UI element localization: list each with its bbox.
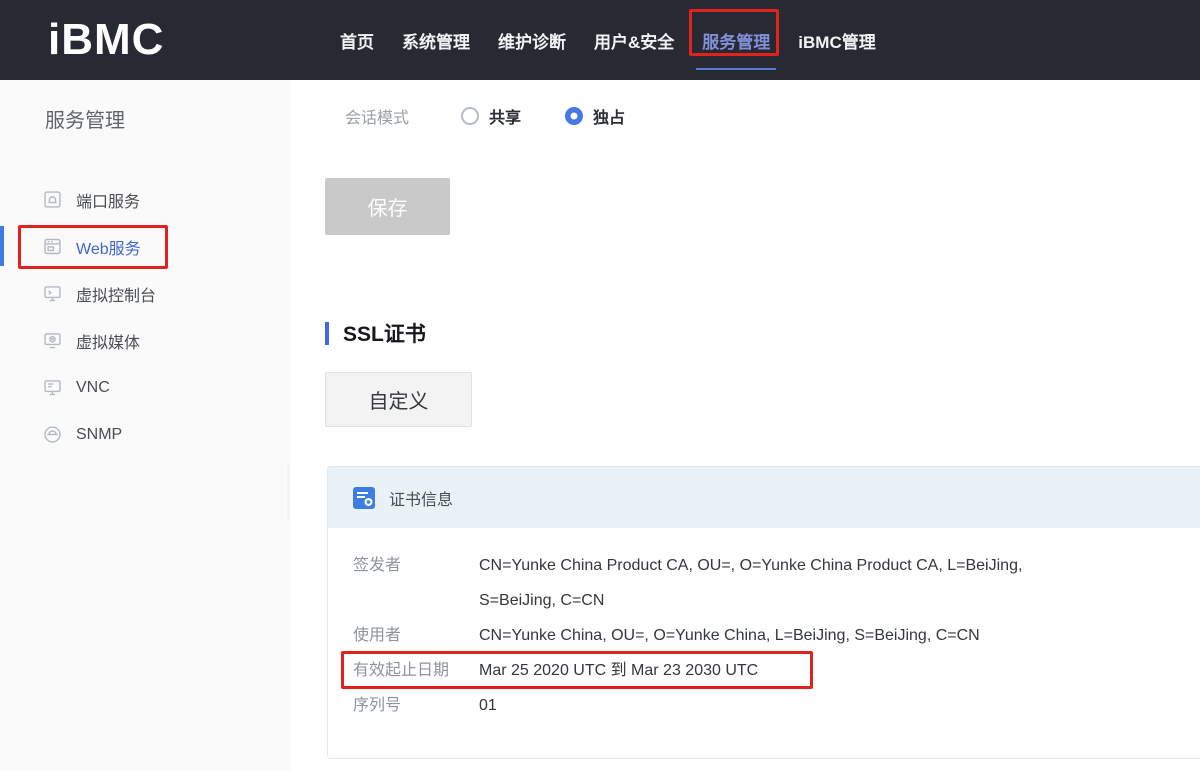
sidebar: 服务管理 端口服务 Web服务 虚拟控制台 (0, 80, 290, 771)
cert-row-serial: 序列号 01 (353, 688, 1200, 723)
section-accent-bar (325, 322, 329, 345)
ibmc-logo: iBMC (48, 15, 164, 65)
sidebar-item-label: 端口服务 (76, 188, 140, 212)
nav-item-home[interactable]: 首页 (340, 0, 374, 80)
certificate-panel-title: 证书信息 (389, 486, 453, 510)
sidebar-item-snmp[interactable]: SNMP (0, 411, 290, 458)
nav-item-label: 用户&安全 (594, 28, 674, 53)
ibmc-page: iBMC 首页 系统管理 维护诊断 用户&安全 服务管理 iBMC管理 (0, 0, 1200, 771)
nav-item-label: 维护诊断 (498, 28, 566, 53)
customize-button[interactable]: 自定义 (325, 372, 472, 427)
nav-item-ibmc-mgmt[interactable]: iBMC管理 (798, 0, 875, 80)
nav-item-service-active[interactable]: 服务管理 (702, 0, 770, 80)
session-mode-label: 会话模式 (345, 104, 461, 128)
media-icon (42, 330, 63, 351)
certificate-info-panel: 证书信息 签发者 CN=Yunke China Product CA, OU=,… (327, 466, 1200, 759)
cert-row-issuer: 签发者 CN=Yunke China Product CA, OU=, O=Yu… (353, 548, 1200, 618)
validity-label: 有效起止日期 (353, 653, 479, 688)
top-navigation: 首页 系统管理 维护诊断 用户&安全 服务管理 iBMC管理 (340, 0, 876, 80)
sidebar-item-label: SNMP (76, 426, 122, 444)
radio-exclusive-label: 独占 (593, 104, 625, 128)
issuer-value: CN=Yunke China Product CA, OU=, O=Yunke … (479, 548, 1059, 618)
main-content: 会话模式 共享 独占 保存 SSL证书 自定义 (290, 80, 1200, 771)
sidebar-item-label: 虚拟控制台 (76, 282, 156, 306)
radio-shared[interactable]: 共享 (461, 104, 521, 128)
sidebar-title: 服务管理 (45, 104, 125, 133)
subject-value: CN=Yunke China, OU=, O=Yunke China, L=Be… (479, 618, 1059, 653)
sidebar-item-label: VNC (76, 379, 110, 397)
serial-label: 序列号 (353, 688, 479, 723)
console-icon (42, 283, 63, 304)
nav-item-user-security[interactable]: 用户&安全 (594, 0, 674, 80)
sidebar-item-vnc[interactable]: VNC (0, 364, 290, 411)
sidebar-item-label: Web服务 (76, 235, 141, 259)
radio-exclusive[interactable]: 独占 (565, 104, 625, 128)
radio-checked-icon[interactable] (565, 107, 583, 125)
radio-shared-label: 共享 (489, 104, 521, 128)
vnc-icon (42, 377, 63, 398)
certificate-panel-header: 证书信息 (328, 467, 1200, 528)
nav-item-maintenance[interactable]: 维护诊断 (498, 0, 566, 80)
cert-row-subject: 使用者 CN=Yunke China, OU=, O=Yunke China, … (353, 618, 1200, 653)
validity-value: Mar 25 2020 UTC 到 Mar 23 2030 UTC (479, 653, 1059, 688)
web-icon (42, 236, 63, 257)
sidebar-item-port-service[interactable]: 端口服务 (0, 176, 290, 223)
save-button[interactable]: 保存 (325, 178, 450, 235)
cert-row-validity: 有效起止日期 Mar 25 2020 UTC 到 Mar 23 2030 UTC (353, 653, 1200, 688)
active-tab-underline (696, 68, 776, 70)
certificate-icon (351, 485, 377, 511)
sidebar-item-virtual-media[interactable]: 虚拟媒体 (0, 317, 290, 364)
certificate-details: 签发者 CN=Yunke China Product CA, OU=, O=Yu… (328, 528, 1200, 723)
session-mode-row: 会话模式 共享 独占 (345, 104, 669, 128)
nav-item-system[interactable]: 系统管理 (402, 0, 470, 80)
sidebar-item-web-service[interactable]: Web服务 (0, 223, 290, 270)
snmp-icon (42, 424, 63, 445)
nav-item-label: 系统管理 (402, 28, 470, 53)
serial-value: 01 (479, 688, 1059, 723)
ssl-section-header: SSL证书 (325, 318, 426, 348)
nav-item-label: iBMC管理 (798, 28, 875, 53)
sidebar-menu: 端口服务 Web服务 虚拟控制台 虚拟媒体 (0, 176, 290, 458)
sidebar-item-virtual-console[interactable]: 虚拟控制台 (0, 270, 290, 317)
top-header: iBMC 首页 系统管理 维护诊断 用户&安全 服务管理 iBMC管理 (0, 0, 1200, 80)
active-item-indicator (0, 226, 4, 266)
subject-label: 使用者 (353, 618, 479, 653)
sidebar-item-label: 虚拟媒体 (76, 329, 140, 353)
ssl-section-title: SSL证书 (343, 318, 426, 348)
issuer-label: 签发者 (353, 548, 479, 618)
radio-unchecked-icon[interactable] (461, 107, 479, 125)
nav-item-label: 服务管理 (702, 28, 770, 53)
nav-item-label: 首页 (340, 28, 374, 53)
port-icon (42, 189, 63, 210)
